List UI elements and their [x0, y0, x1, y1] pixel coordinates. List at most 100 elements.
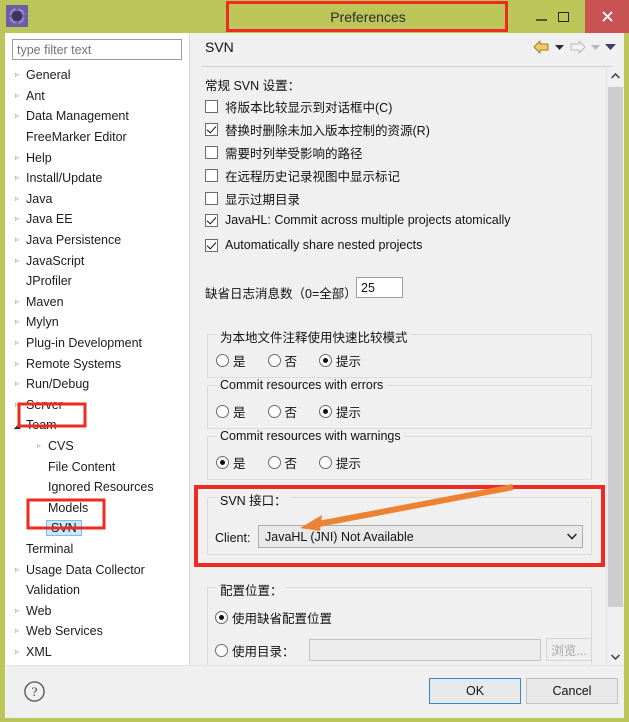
chevron-right-icon[interactable]: ▹ [11, 256, 23, 265]
ok-button[interactable]: OK [429, 678, 521, 704]
chevron-right-icon[interactable]: ▹ [11, 91, 23, 100]
forward-arrow-icon[interactable] [569, 40, 586, 54]
sidebar-item-data-management[interactable]: ▹ Data Management [5, 106, 189, 127]
radio-option-2[interactable]: 否 [267, 351, 297, 370]
sidebar-item-freemarker-editor[interactable]: FreeMarker Editor [5, 127, 189, 148]
sidebar-item-java-persistence[interactable]: ▹ Java Persistence [5, 230, 189, 251]
sidebar-item-team[interactable]: ◢ Team [5, 415, 189, 436]
sidebar-item-label: Help [26, 150, 52, 165]
sidebar-item-remote-systems[interactable]: ▹ Remote Systems [5, 353, 189, 374]
chevron-right-icon[interactable]: ▹ [11, 236, 23, 244]
pane-header: SVN [191, 33, 624, 66]
log-messages-input[interactable] [356, 277, 403, 298]
sidebar-item-maven[interactable]: ▹ Maven [5, 292, 189, 313]
checkbox-row-2[interactable]: 替换时删除未加入版本控制的资源(R) [205, 120, 430, 139]
chevron-right-icon[interactable]: ▹ [11, 606, 23, 615]
sidebar-item-label: Web Services [26, 624, 103, 639]
chevron-right-icon[interactable]: ▹ [11, 359, 23, 368]
checkbox-row-6[interactable]: JavaHL: Commit across multiple projects … [205, 213, 511, 227]
sidebar-item-java[interactable]: ▹ Java [5, 189, 189, 210]
radio-option-1[interactable]: 是 [216, 453, 246, 472]
checkbox-row-3[interactable]: 需要时列举受影响的路径 [205, 143, 363, 162]
radio-label: 提示 [336, 406, 362, 420]
checkbox-row-4[interactable]: 在远程历史记录视图中显示标记 [205, 166, 400, 185]
checkbox-row-5[interactable]: 显示过期目录 [205, 189, 300, 208]
sidebar-item-file-content[interactable]: File Content [5, 456, 189, 477]
sidebar-item-run-debug[interactable]: ▹ Run/Debug [5, 374, 189, 395]
chevron-right-icon[interactable]: ▹ [33, 524, 45, 532]
chevron-right-icon[interactable]: ▹ [11, 215, 23, 223]
forward-menu-chevron-down-icon[interactable] [591, 44, 600, 51]
cancel-button[interactable]: Cancel [526, 678, 618, 704]
chevron-right-icon[interactable]: ▹ [11, 174, 23, 182]
chevron-right-icon[interactable]: ▹ [11, 400, 23, 409]
sidebar-item-terminal[interactable]: Terminal [5, 539, 189, 560]
radio-use-default-config-location[interactable]: 使用缺省配置位置 [215, 608, 332, 627]
sidebar-item-validation[interactable]: Validation [5, 580, 189, 601]
checkbox-row-7[interactable]: Automatically share nested projects [205, 238, 422, 252]
svn-client-dropdown[interactable]: JavaHL (JNI) Not Available [258, 525, 583, 548]
config-directory-input[interactable] [309, 639, 541, 661]
sidebar-item-models[interactable]: Models [5, 497, 189, 518]
sidebar-item-help[interactable]: ▹ Help [5, 147, 189, 168]
sidebar-item-jprofiler[interactable]: JProfiler [5, 271, 189, 292]
radio-option-3[interactable]: 提示 [319, 453, 361, 472]
sidebar-item-xml[interactable]: ▹ XML [5, 642, 189, 663]
radio-option-2[interactable]: 否 [267, 402, 297, 421]
help-question-icon[interactable]: ? [23, 680, 46, 703]
checkbox-row-1[interactable]: 将版本比较显示到对话框中(C) [205, 97, 392, 116]
maximize-button[interactable] [541, 0, 585, 33]
back-menu-chevron-down-icon[interactable] [555, 44, 564, 51]
radio-option-2[interactable]: 否 [267, 453, 297, 472]
radio-option-3[interactable]: 提示 [319, 351, 361, 370]
scroll-down-button[interactable] [607, 648, 624, 665]
chevron-right-icon[interactable]: ▹ [11, 380, 23, 388]
close-button[interactable] [585, 0, 629, 33]
sidebar-item-server[interactable]: ▹ Server [5, 395, 189, 416]
chevron-right-icon[interactable]: ▹ [11, 297, 23, 306]
browse-button[interactable]: 浏览... [546, 638, 592, 661]
sidebar-item-label: Terminal [26, 541, 74, 556]
checkbox-indicator [205, 146, 218, 159]
chevron-down-icon[interactable]: ◢ [11, 420, 23, 430]
chevron-right-icon[interactable]: ▹ [11, 565, 23, 574]
sidebar-item-web[interactable]: ▹ Web [5, 600, 189, 621]
sidebar-item-javascript[interactable]: ▹ JavaScript [5, 250, 189, 271]
radio-option-1[interactable]: 是 [216, 402, 246, 421]
sidebar-item-ignored-resources[interactable]: Ignored Resources [5, 477, 189, 498]
sidebar-item-plug-in-development[interactable]: ▹ Plug-in Development [5, 333, 189, 354]
sidebar-item-install-update[interactable]: ▹ Install/Update [5, 168, 189, 189]
chevron-right-icon[interactable]: ▹ [11, 153, 23, 162]
svg-text:?: ? [32, 684, 38, 699]
chevron-right-icon[interactable]: ▹ [11, 194, 23, 203]
preferences-tree[interactable]: ▹ General ▹ Ant ▹ Data Management FreeMarker E… [5, 65, 189, 663]
sidebar-item-usage-data-collector[interactable]: ▹ Usage Data Collector [5, 559, 189, 580]
settings-scrollbar[interactable] [606, 67, 624, 665]
chevron-right-icon[interactable]: ▹ [11, 647, 23, 656]
radio-option-1[interactable]: 是 [216, 351, 246, 370]
chevron-right-icon[interactable]: ▹ [11, 318, 23, 326]
sidebar-item-label: Java EE [26, 212, 73, 227]
back-arrow-icon[interactable] [533, 40, 550, 54]
chevron-right-icon[interactable]: ▹ [11, 112, 23, 120]
radio-option-3[interactable]: 提示 [319, 402, 361, 421]
scrollbar-thumb[interactable] [608, 87, 623, 607]
sidebar-item-svn[interactable]: ▹ SVN [5, 518, 189, 539]
radio-indicator [216, 456, 229, 469]
radio-use-directory[interactable]: 使用目录： [215, 641, 295, 660]
radio-group-title: Commit resources with errors [217, 378, 387, 392]
filter-input[interactable] [12, 39, 182, 60]
chevron-right-icon[interactable]: ▹ [11, 71, 23, 79]
chevron-right-icon[interactable]: ▹ [11, 339, 23, 347]
sidebar-item-cvs[interactable]: ▹ CVS [5, 436, 189, 457]
sidebar-item-ant[interactable]: ▹ Ant [5, 86, 189, 107]
view-menu-chevron-down-icon[interactable] [605, 43, 616, 51]
chevron-right-icon[interactable]: ▹ [11, 627, 23, 635]
chevron-right-icon[interactable]: ▹ [33, 441, 45, 450]
scroll-up-button[interactable] [607, 67, 624, 84]
sidebar-item-general[interactable]: ▹ General [5, 65, 189, 86]
sidebar-item-label: Plug-in Development [26, 336, 143, 351]
sidebar-item-java-ee[interactable]: ▹ Java EE [5, 209, 189, 230]
sidebar-item-mylyn[interactable]: ▹ Mylyn [5, 312, 189, 333]
sidebar-item-web-services[interactable]: ▹ Web Services [5, 621, 189, 642]
